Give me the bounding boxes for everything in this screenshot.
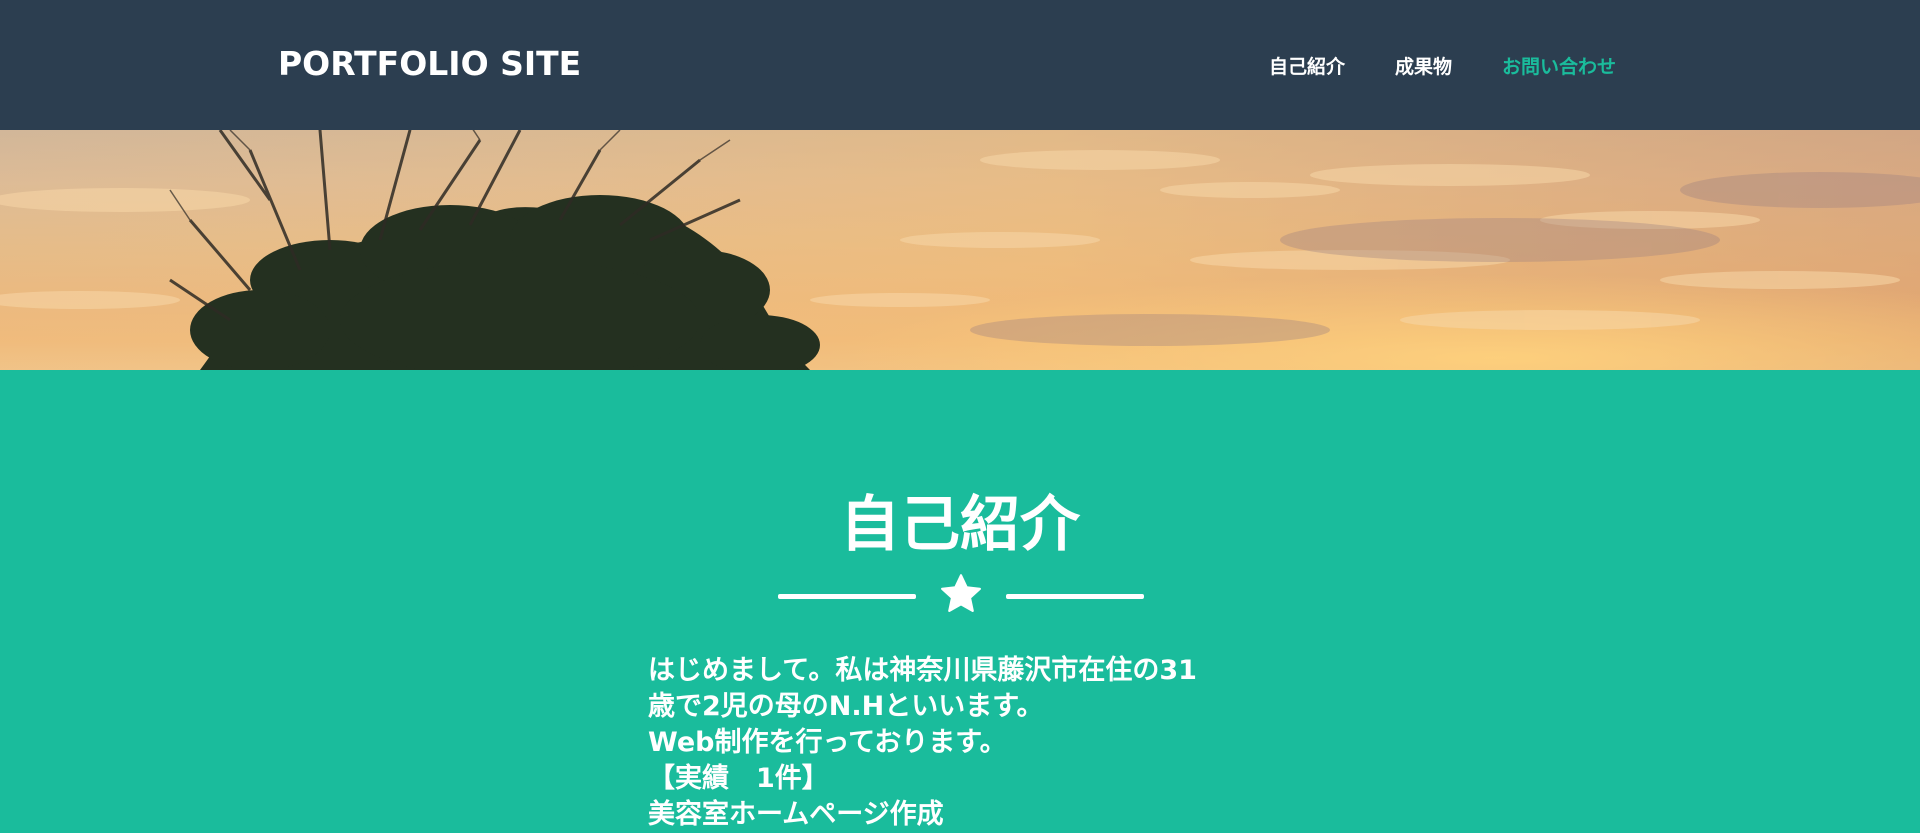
- about-section: 自己紹介 はじめまして。私は神奈川県藤沢市在住の31 歳で2児の母のN.Hといい…: [0, 370, 1920, 832]
- nav-link-works[interactable]: 成果物: [1395, 52, 1452, 79]
- about-description: はじめまして。私は神奈川県藤沢市在住の31 歳で2児の母のN.Hといいます。 W…: [648, 653, 1268, 833]
- sunset-tree-photo: [0, 130, 1920, 370]
- star-divider: [778, 572, 1144, 622]
- navbar: PORTFOLIO SITE 自己紹介 成果物 お問い合わせ: [0, 0, 1920, 130]
- about-line: 【実績 1件】: [648, 763, 829, 794]
- about-line: Web制作を行っております。: [648, 727, 1007, 758]
- hero-banner-image: [0, 130, 1920, 370]
- about-line: はじめまして。私は神奈川県藤沢市在住の31: [648, 655, 1197, 686]
- section-title: 自己紹介: [840, 490, 1080, 560]
- divider-line-right: [1006, 594, 1144, 599]
- nav-link-about[interactable]: 自己紹介: [1269, 52, 1345, 79]
- about-line: 歳で2児の母のN.Hといいます。: [648, 691, 1044, 722]
- about-line: 美容室ホームページ作成: [648, 799, 944, 830]
- nav-link-contact[interactable]: お問い合わせ: [1502, 52, 1616, 79]
- brand-logo-link[interactable]: PORTFOLIO SITE: [278, 44, 581, 83]
- nav-links: 自己紹介 成果物 お問い合わせ: [1219, 52, 1616, 79]
- divider-line-left: [778, 594, 916, 599]
- star-icon: [941, 574, 981, 612]
